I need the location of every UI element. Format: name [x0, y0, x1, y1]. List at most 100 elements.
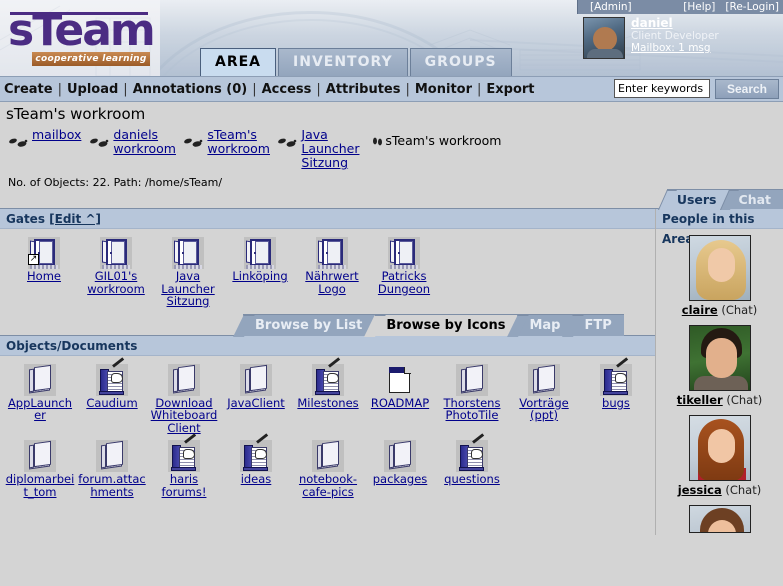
object-item[interactable]: notebook-cafe-pics [292, 438, 364, 502]
objects-section-header: Objects/Documents [0, 335, 655, 356]
breadcrumb-link[interactable]: sTeam's workroom [207, 128, 270, 156]
object-item[interactable]: Milestones [292, 356, 364, 439]
person-item[interactable]: jessica (Chat) [656, 409, 783, 499]
object-item[interactable]: questions [436, 433, 508, 502]
search-button[interactable]: Search [715, 79, 779, 99]
object-item[interactable]: ideas [220, 433, 292, 502]
book-icon [240, 363, 272, 396]
tab-area[interactable]: AREA [200, 48, 277, 76]
object-label: AppLauncher [7, 395, 73, 422]
admin-link[interactable]: [Admin] [582, 0, 632, 14]
person-photo[interactable] [688, 235, 751, 301]
tab-chat[interactable]: Chat [719, 189, 783, 210]
avatar[interactable] [583, 17, 625, 59]
nav-monitor[interactable]: Monitor [415, 82, 472, 97]
logo-tagline: cooperative learning [32, 52, 150, 66]
breadcrumb: mailbox daniels workroom sTeam's workroo… [0, 126, 783, 174]
username-link[interactable]: daniel [631, 17, 719, 30]
book-icon [384, 440, 416, 472]
object-item[interactable]: Download Whiteboard Client [148, 362, 220, 439]
left-column: Gates [Edit ^] ↗ Home GIL01's workroom J… [0, 209, 655, 535]
nav-access[interactable]: Access [262, 82, 312, 97]
object-item[interactable]: Vorträge (ppt) [508, 362, 580, 439]
nav-annotations[interactable]: Annotations (0) [133, 82, 248, 97]
object-item[interactable]: Caudium [76, 356, 148, 439]
door-icon: ↗ [28, 237, 60, 269]
nav-attributes[interactable]: Attributes [326, 82, 401, 97]
object-item[interactable]: haris forums! [148, 433, 220, 502]
gate-item[interactable]: Linköping [224, 235, 296, 312]
page-header: sTeam cooperative learning AREA INVENTOR… [0, 0, 783, 76]
gate-item[interactable]: Java Launcher Sitzung [152, 235, 224, 312]
object-item[interactable]: diplomarbeit_tom [4, 438, 76, 502]
nav-separator: | [405, 81, 410, 97]
person-photo[interactable] [688, 415, 751, 481]
notebook-pen-icon [240, 433, 272, 472]
object-label: questions [444, 472, 500, 486]
mailbox-link[interactable]: Mailbox: 1 msg [631, 42, 719, 55]
breadcrumb-item-current: sTeam's workroom [371, 128, 501, 148]
tab-users[interactable]: Users [657, 189, 729, 210]
person-item[interactable]: tikeller (Chat) [656, 319, 783, 409]
nav-separator: | [252, 81, 257, 97]
object-item[interactable]: JavaClient [220, 362, 292, 439]
breadcrumb-item: daniels workroom [89, 128, 176, 156]
nav-upload[interactable]: Upload [67, 82, 118, 97]
admin-links-bar: [Admin] [Help] [Re-Login] [577, 0, 783, 14]
person-name[interactable]: jessica [678, 483, 722, 497]
footprints-icon [90, 138, 109, 147]
object-label: Vorträge (ppt) [519, 395, 569, 422]
tab-ftp-label: FTP [584, 317, 612, 333]
shortcut-badge: ↗ [28, 254, 39, 265]
nav-export[interactable]: Export [486, 82, 534, 97]
object-item[interactable]: Thorstens PhotoTile [436, 362, 508, 439]
main-content: Gates [Edit ^] ↗ Home GIL01's workroom J… [0, 209, 783, 535]
tab-chat-label: Chat [738, 192, 771, 207]
tab-inventory[interactable]: INVENTORY [278, 48, 408, 76]
door-icon [316, 237, 348, 269]
gate-item[interactable]: GIL01's workroom [80, 235, 152, 312]
gates-edit-link[interactable]: [Edit ^] [49, 212, 101, 226]
tab-groups[interactable]: GROUPS [409, 48, 512, 76]
tab-ftp[interactable]: FTP [562, 313, 624, 337]
user-panel: [Admin] [Help] [Re-Login] daniel Client … [577, 0, 783, 76]
object-item[interactable]: bugs [580, 356, 652, 439]
tab-skew [233, 314, 255, 337]
tab-map-label: Map [529, 317, 561, 333]
object-item[interactable]: forum.attachments [76, 438, 148, 502]
nav-create[interactable]: Create [4, 82, 53, 97]
object-item[interactable]: ROADMAP [364, 362, 436, 439]
person-name[interactable]: claire [682, 303, 718, 317]
book-icon [456, 363, 488, 396]
relogin-link[interactable]: [Re-Login] [725, 0, 779, 14]
nav-separator: | [316, 81, 321, 97]
object-item[interactable]: AppLauncher [4, 362, 76, 439]
person-photo[interactable] [688, 325, 751, 391]
breadcrumb-link[interactable]: Java Launcher Sitzung [301, 128, 363, 170]
book-icon [528, 363, 560, 396]
object-label: Caudium [86, 395, 138, 410]
tab-browse-by-list[interactable]: Browse by List [233, 313, 375, 337]
notebook-pen-icon [312, 356, 344, 396]
door-icon [244, 237, 276, 269]
search-input[interactable] [614, 79, 710, 98]
person-chat-link[interactable]: (Chat) [726, 393, 762, 407]
person-chat-link[interactable]: (Chat) [721, 303, 757, 317]
tab-browse-by-icons[interactable]: Browse by Icons [364, 313, 518, 337]
gate-item[interactable]: ↗ Home [8, 235, 80, 312]
breadcrumb-link[interactable]: daniels workroom [113, 128, 176, 156]
person-chat-link[interactable]: (Chat) [725, 483, 761, 497]
breadcrumb-link[interactable]: mailbox [32, 128, 81, 142]
browse-tabs: Browse by List Browse by Icons Map FTP [0, 313, 655, 337]
footprints-icon [373, 137, 383, 146]
person-item[interactable] [656, 499, 783, 535]
steam-logo[interactable]: sTeam cooperative learning [0, 0, 160, 76]
nav-separator: | [57, 81, 62, 97]
person-photo[interactable] [688, 505, 751, 533]
gate-item[interactable]: Nährwert Logo [296, 235, 368, 312]
object-item[interactable]: packages [364, 438, 436, 502]
gate-label: Home [27, 269, 61, 283]
person-name[interactable]: tikeller [677, 393, 723, 407]
help-link[interactable]: [Help] [683, 0, 715, 14]
gate-item[interactable]: Patricks Dungeon [368, 235, 440, 312]
